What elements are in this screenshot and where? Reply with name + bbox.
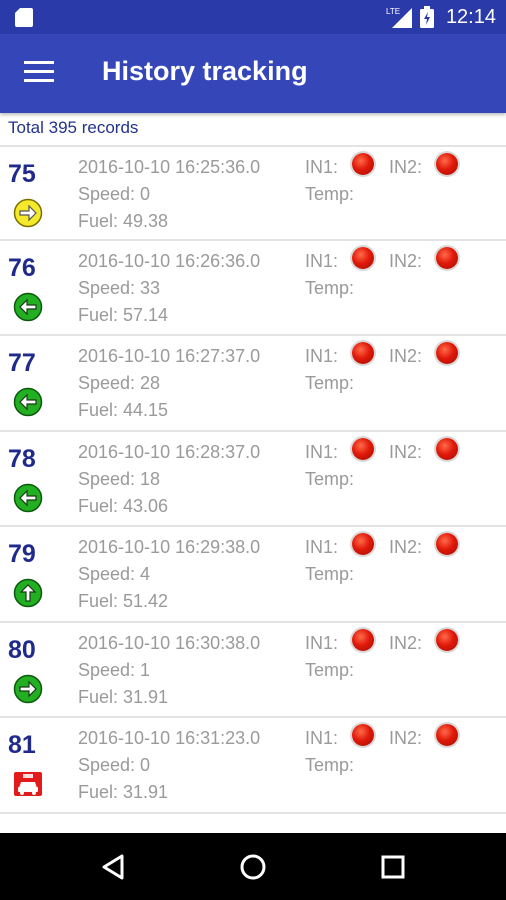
in1-status-led-icon xyxy=(352,437,374,460)
battery-icon xyxy=(419,6,434,28)
parked-car-red-icon xyxy=(13,769,43,799)
record-datetime: 2016-10-10 16:31:23.0 xyxy=(78,728,261,748)
in1-status-led-icon xyxy=(352,246,374,269)
in1-label: IN1: xyxy=(305,728,339,748)
in1-label: IN1: xyxy=(305,441,339,462)
status-time: 12:14 xyxy=(445,5,496,28)
total-records-label: Total 395 records xyxy=(8,118,139,137)
record-fuel: Fuel: 31.91 xyxy=(78,782,169,802)
record-fuel: Fuel: 43.06 xyxy=(78,495,169,516)
record-fuel: Fuel: 31.91 xyxy=(78,686,169,707)
arrow-left-green-icon xyxy=(13,387,43,417)
record-fuel: Fuel: 57.14 xyxy=(78,304,169,325)
in1-label: IN1: xyxy=(305,157,339,177)
in2-label: IN2: xyxy=(389,346,423,366)
record-row[interactable]: 76 2016-10-10 16:26:36.0 Speed: 33 Fuel: 57… xyxy=(0,241,506,336)
record-datetime: 2016-10-10 16:28:37.0 xyxy=(78,441,261,462)
in2-status-led-icon xyxy=(436,724,458,746)
temp-label: Temp: xyxy=(305,373,355,393)
record-number: 79 xyxy=(8,540,36,568)
signal-icon: LTE xyxy=(386,7,412,28)
home-icon[interactable] xyxy=(237,851,269,883)
in1-status-led-icon xyxy=(352,342,374,364)
record-datetime: 2016-10-10 16:26:36.0 xyxy=(78,250,261,271)
sim-card-icon xyxy=(15,8,33,27)
temp-label: Temp: xyxy=(305,468,355,489)
record-speed: Speed: 1 xyxy=(78,659,151,680)
record-row[interactable]: 77 2016-10-10 16:27:37.0 Speed: 28 Fuel: 44… xyxy=(0,336,506,432)
temp-label: Temp: xyxy=(305,659,355,680)
back-icon[interactable] xyxy=(98,851,130,883)
in2-label: IN2: xyxy=(389,537,423,557)
network-type-label: LTE xyxy=(386,7,400,16)
temp-label: Temp: xyxy=(305,277,355,298)
record-speed: Speed: 28 xyxy=(78,373,161,393)
temp-label: Temp: xyxy=(305,755,355,775)
record-datetime: 2016-10-10 16:29:38.0 xyxy=(78,537,261,557)
record-datetime: 2016-10-10 16:25:36.0 xyxy=(78,157,261,177)
status-icons: LTE 12:14 xyxy=(386,0,496,34)
record-speed: Speed: 0 xyxy=(78,184,151,204)
in2-status-led-icon xyxy=(436,342,458,364)
in2-label: IN2: xyxy=(389,632,423,653)
record-row[interactable]: 81 2016-10-10 16:31:23.0 Speed: 0 Fuel: 31.… xyxy=(0,718,506,814)
hamburger-menu-icon[interactable] xyxy=(24,61,54,85)
record-number: 81 xyxy=(8,731,36,759)
in1-label: IN1: xyxy=(305,346,339,366)
record-number: 77 xyxy=(8,349,36,377)
record-datetime: 2016-10-10 16:27:37.0 xyxy=(78,346,261,366)
arrow-right-green-icon xyxy=(13,674,43,704)
record-row[interactable]: 80 2016-10-10 16:30:38.0 Speed: 1 Fuel: 31.… xyxy=(0,623,506,718)
status-bar: LTE 12:14 xyxy=(0,0,506,34)
in1-status-led-icon xyxy=(352,724,374,746)
in1-label: IN1: xyxy=(305,250,339,271)
in2-label: IN2: xyxy=(389,728,423,748)
in2-label: IN2: xyxy=(389,441,423,462)
in2-status-led-icon xyxy=(436,533,458,555)
record-row[interactable]: 75 2016-10-10 16:25:36.0 Speed: 0 Fuel: 49.… xyxy=(0,145,506,241)
page-title: History tracking xyxy=(102,56,308,86)
in1-status-led-icon xyxy=(352,153,374,175)
in1-label: IN1: xyxy=(305,632,339,653)
record-fuel: Fuel: 51.42 xyxy=(78,591,169,611)
arrow-left-green-icon xyxy=(13,292,43,322)
record-fuel: Fuel: 49.38 xyxy=(78,211,169,231)
arrow-right-yellow-icon xyxy=(13,198,43,228)
in2-label: IN2: xyxy=(389,157,423,177)
record-row[interactable]: 78 2016-10-10 16:28:37.0 Speed: 18 Fuel: 43… xyxy=(0,432,506,527)
in2-status-led-icon xyxy=(436,437,458,460)
arrow-up-green-icon xyxy=(13,578,43,608)
record-speed: Speed: 4 xyxy=(78,564,151,584)
in1-label: IN1: xyxy=(305,537,339,557)
record-speed: Speed: 0 xyxy=(78,755,151,775)
records-list[interactable]: 75 2016-10-10 16:25:36.0 Speed: 0 Fuel: 49.… xyxy=(0,145,506,833)
in2-status-led-icon xyxy=(436,153,458,175)
in2-label: IN2: xyxy=(389,250,423,271)
recents-icon[interactable] xyxy=(377,851,409,883)
record-datetime: 2016-10-10 16:30:38.0 xyxy=(78,632,261,653)
in2-status-led-icon xyxy=(436,628,458,651)
record-fuel: Fuel: 44.15 xyxy=(78,400,169,420)
temp-label: Temp: xyxy=(305,184,355,204)
in2-status-led-icon xyxy=(436,246,458,269)
record-speed: Speed: 33 xyxy=(78,277,161,298)
record-number: 75 xyxy=(8,160,36,188)
record-number: 76 xyxy=(8,253,36,282)
in1-status-led-icon xyxy=(352,628,374,651)
record-row[interactable]: 79 2016-10-10 16:29:38.0 Speed: 4 Fuel: 51.… xyxy=(0,527,506,623)
temp-label: Temp: xyxy=(305,564,355,584)
record-number: 80 xyxy=(8,635,36,664)
arrow-left-green-icon xyxy=(13,483,43,513)
record-speed: Speed: 18 xyxy=(78,468,161,489)
app-bar: History tracking xyxy=(0,34,506,113)
in1-status-led-icon xyxy=(352,533,374,555)
record-number: 78 xyxy=(8,444,36,473)
navigation-bar xyxy=(0,833,506,900)
